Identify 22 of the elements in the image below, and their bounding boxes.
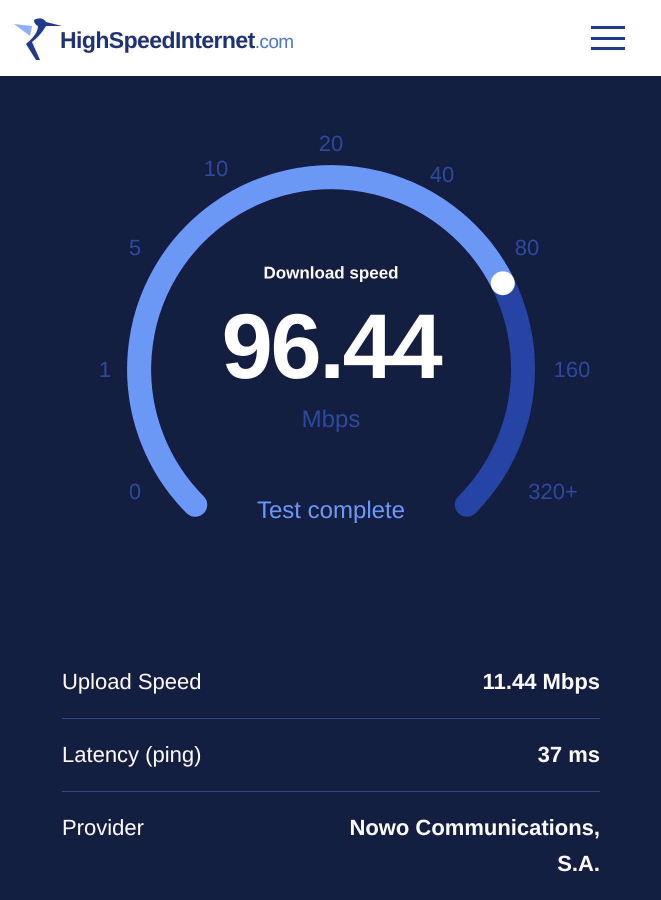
result-value: 37 ms	[538, 741, 600, 769]
scale-label: 10	[204, 158, 228, 180]
scale-label: 160	[554, 359, 590, 381]
scale-label: 40	[430, 164, 454, 186]
result-label: Upload Speed	[62, 668, 202, 696]
result-value: 11.44 Mbps	[482, 668, 600, 696]
result-value: Nowo Communications, S.A.	[348, 814, 600, 878]
scale-label: 1	[98, 359, 112, 381]
menu-icon[interactable]	[591, 26, 625, 50]
speed-value: 96.44	[222, 301, 440, 393]
scale-label: 20	[318, 133, 344, 155]
speed-unit: Mbps	[302, 408, 360, 432]
result-label: Provider	[62, 814, 144, 842]
gauge-label: Download speed	[263, 264, 399, 282]
gauge-knob	[490, 271, 515, 296]
test-status: Test complete	[256, 499, 406, 523]
scale-label: 80	[514, 237, 540, 259]
site-logo[interactable]: HighSpeedInternet.com	[60, 29, 294, 52]
scale-label: 0	[128, 481, 142, 503]
scale-label: 320+	[528, 481, 578, 503]
result-label: Latency (ping)	[62, 741, 202, 769]
scale-label: 5	[128, 237, 142, 259]
